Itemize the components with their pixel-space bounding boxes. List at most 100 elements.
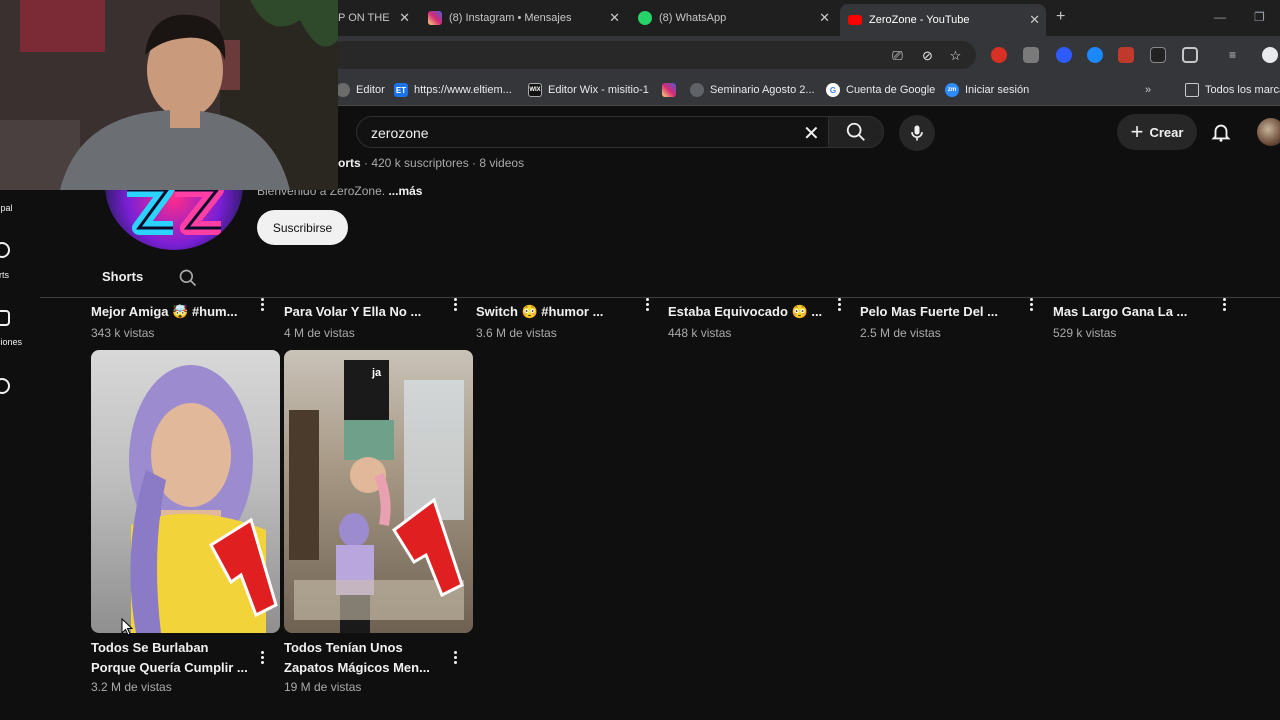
short-title-line1: Todos Tenían Unos: [284, 640, 403, 655]
browser-tab-whatsapp[interactable]: (8) WhatsApp ✕: [630, 4, 836, 32]
close-icon[interactable]: ✕: [1029, 12, 1040, 28]
browser-tab-1[interactable]: P ON THE ✕: [330, 4, 416, 32]
folder-icon: [1185, 83, 1199, 97]
profile-icon[interactable]: [1262, 47, 1278, 63]
close-icon[interactable]: ✕: [399, 10, 410, 26]
short-thumbnail[interactable]: ja: [284, 350, 473, 633]
bookmark-editor[interactable]: Editor: [336, 82, 385, 98]
extension-bird-icon[interactable]: [1118, 47, 1134, 63]
bookmark-label: https://www.eltiem...: [414, 84, 512, 96]
address-bar[interactable]: ⎚ ⊘ ☆: [330, 41, 976, 69]
extension-shazam-icon[interactable]: [1087, 47, 1103, 63]
bookmark-label: Cuenta de Google: [846, 84, 936, 96]
close-icon[interactable]: ✕: [819, 10, 830, 26]
bookmark-iniciar-sesion[interactable]: zm Iniciar sesión: [945, 82, 1029, 98]
left-guide: cipal orts iciones ú: [0, 180, 40, 440]
microphone-icon: [911, 125, 923, 141]
plus-icon: +: [1130, 119, 1144, 144]
short-thumbnail[interactable]: [91, 350, 280, 633]
extension-red-icon[interactable]: [991, 47, 1007, 63]
short-title: Mejor Amiga 🤯 #hum...: [91, 304, 238, 319]
tab-whatsapp-title: (8) WhatsApp: [659, 12, 727, 24]
voice-search-button[interactable]: [899, 115, 935, 151]
short-title-line2: Porque Quería Cumplir ...: [91, 660, 248, 675]
more-options-icon[interactable]: [259, 651, 265, 667]
search-button[interactable]: [828, 116, 884, 148]
short-item[interactable]: Switch 😳 #humor ... 3.6 M de vistas: [476, 298, 656, 340]
bookmark-label: Seminario Agosto 2...: [710, 84, 815, 96]
tab-youtube-title: ZeroZone - YouTube: [869, 14, 970, 26]
wix-icon: WIX: [528, 83, 542, 97]
eye-off-icon[interactable]: ⊘: [920, 48, 935, 63]
extension-gray-icon[interactable]: [1023, 47, 1039, 63]
bookmarks-overflow-icon[interactable]: »: [1145, 82, 1151, 98]
close-icon[interactable]: ✕: [609, 10, 620, 26]
short-views: 2.5 M de vistas: [860, 326, 941, 340]
short-views: 19 M de vistas: [284, 680, 362, 694]
instagram-icon: [662, 83, 676, 97]
short-item[interactable]: Estaba Equivocado 😳 ... 448 k vistas: [668, 298, 848, 340]
extension-diamond-icon[interactable]: [1150, 47, 1166, 63]
subscribe-button[interactable]: Suscribirse: [257, 210, 348, 245]
short-title-line2: Zapatos Mágicos Men...: [284, 660, 430, 675]
more-options-icon[interactable]: [1028, 298, 1034, 314]
more-link[interactable]: ...más: [388, 184, 422, 198]
short-title: Para Volar Y Ella No ...: [284, 304, 422, 319]
bookmark-all[interactable]: Todos los marca: [1185, 82, 1280, 98]
short-item[interactable]: Mejor Amiga 🤯 #hum... 343 k vistas: [91, 298, 271, 340]
media-control-icon[interactable]: ≡: [1229, 47, 1245, 63]
minimize-icon[interactable]: —: [1214, 10, 1226, 24]
bookmark-eltiempo[interactable]: ET https://www.eltiem...: [394, 82, 512, 98]
short-title: Pelo Mas Fuerte Del ...: [860, 304, 998, 319]
short-title: Todos Tenían Unos Zapatos Mágicos Men...: [284, 638, 449, 678]
create-button[interactable]: + Crear: [1117, 114, 1197, 150]
google-icon: G: [826, 83, 840, 97]
tab-shorts[interactable]: Shorts: [102, 269, 143, 284]
new-tab-icon[interactable]: +: [1056, 8, 1065, 26]
short-title: Switch 😳 #humor ...: [476, 304, 604, 319]
short-views: 3.6 M de vistas: [476, 326, 557, 340]
webcam-video: [0, 0, 338, 190]
tab-1-title: P ON THE: [338, 12, 390, 24]
short-item[interactable]: Mas Largo Gana La ... 529 k vistas: [1053, 298, 1233, 340]
search-query: zerozone: [371, 125, 429, 141]
more-options-icon[interactable]: [1221, 298, 1227, 314]
short-item[interactable]: ja Todos Tenían Unos Zapatos Mágicos Men…: [284, 350, 473, 694]
short-item[interactable]: Todos Se Burlaban Porque Quería Cumplir …: [91, 350, 280, 694]
extension-zoom-icon[interactable]: [1056, 47, 1072, 63]
bookmark-label: Todos los marca: [1205, 84, 1280, 96]
search-icon: [846, 122, 865, 141]
search-input[interactable]: zerozone ✕: [356, 116, 828, 148]
more-options-icon[interactable]: [644, 298, 650, 314]
bookmark-google-account[interactable]: G Cuenta de Google: [826, 82, 935, 98]
extensions-puzzle-icon[interactable]: [1182, 47, 1198, 63]
install-app-icon[interactable]: ⎚: [890, 48, 905, 63]
short-item[interactable]: Pelo Mas Fuerte Del ... 2.5 M de vistas: [860, 298, 1040, 340]
browser-tab-youtube[interactable]: ZeroZone - YouTube ✕: [840, 4, 1046, 36]
more-options-icon[interactable]: [259, 298, 265, 314]
shorts-icon: [0, 242, 10, 258]
short-item[interactable]: Para Volar Y Ella No ... 4 M de vistas: [284, 298, 464, 340]
more-options-icon[interactable]: [452, 298, 458, 314]
bookmark-instagram[interactable]: [662, 82, 682, 98]
clear-search-icon[interactable]: ✕: [803, 121, 820, 146]
mouse-cursor-icon: [121, 618, 133, 636]
tab-instagram-title: (8) Instagram • Mensajes: [449, 12, 572, 24]
thumbnail-art: ja: [289, 360, 464, 633]
account-avatar[interactable]: [1257, 118, 1280, 146]
bookmark-label: Editor: [356, 84, 385, 96]
browser-tab-instagram[interactable]: (8) Instagram • Mensajes ✕: [420, 4, 626, 32]
bookmark-star-icon[interactable]: ☆: [948, 48, 963, 63]
bookmark-wix[interactable]: WIX Editor Wix - misitio-1: [528, 82, 649, 98]
subscriptions-icon: [0, 310, 10, 326]
restore-icon[interactable]: ❐: [1254, 10, 1265, 24]
channel-search-icon[interactable]: [178, 268, 198, 288]
more-options-icon[interactable]: [836, 298, 842, 314]
notifications-bell-icon[interactable]: [1210, 119, 1232, 145]
thumbnail-caption: ja: [371, 367, 382, 379]
webcam-overlay: [0, 0, 338, 190]
more-options-icon[interactable]: [452, 651, 458, 667]
zoom-icon: zm: [945, 83, 959, 97]
short-title: Mas Largo Gana La ...: [1053, 304, 1188, 319]
bookmark-seminario[interactable]: Seminario Agosto 2...: [690, 82, 815, 98]
